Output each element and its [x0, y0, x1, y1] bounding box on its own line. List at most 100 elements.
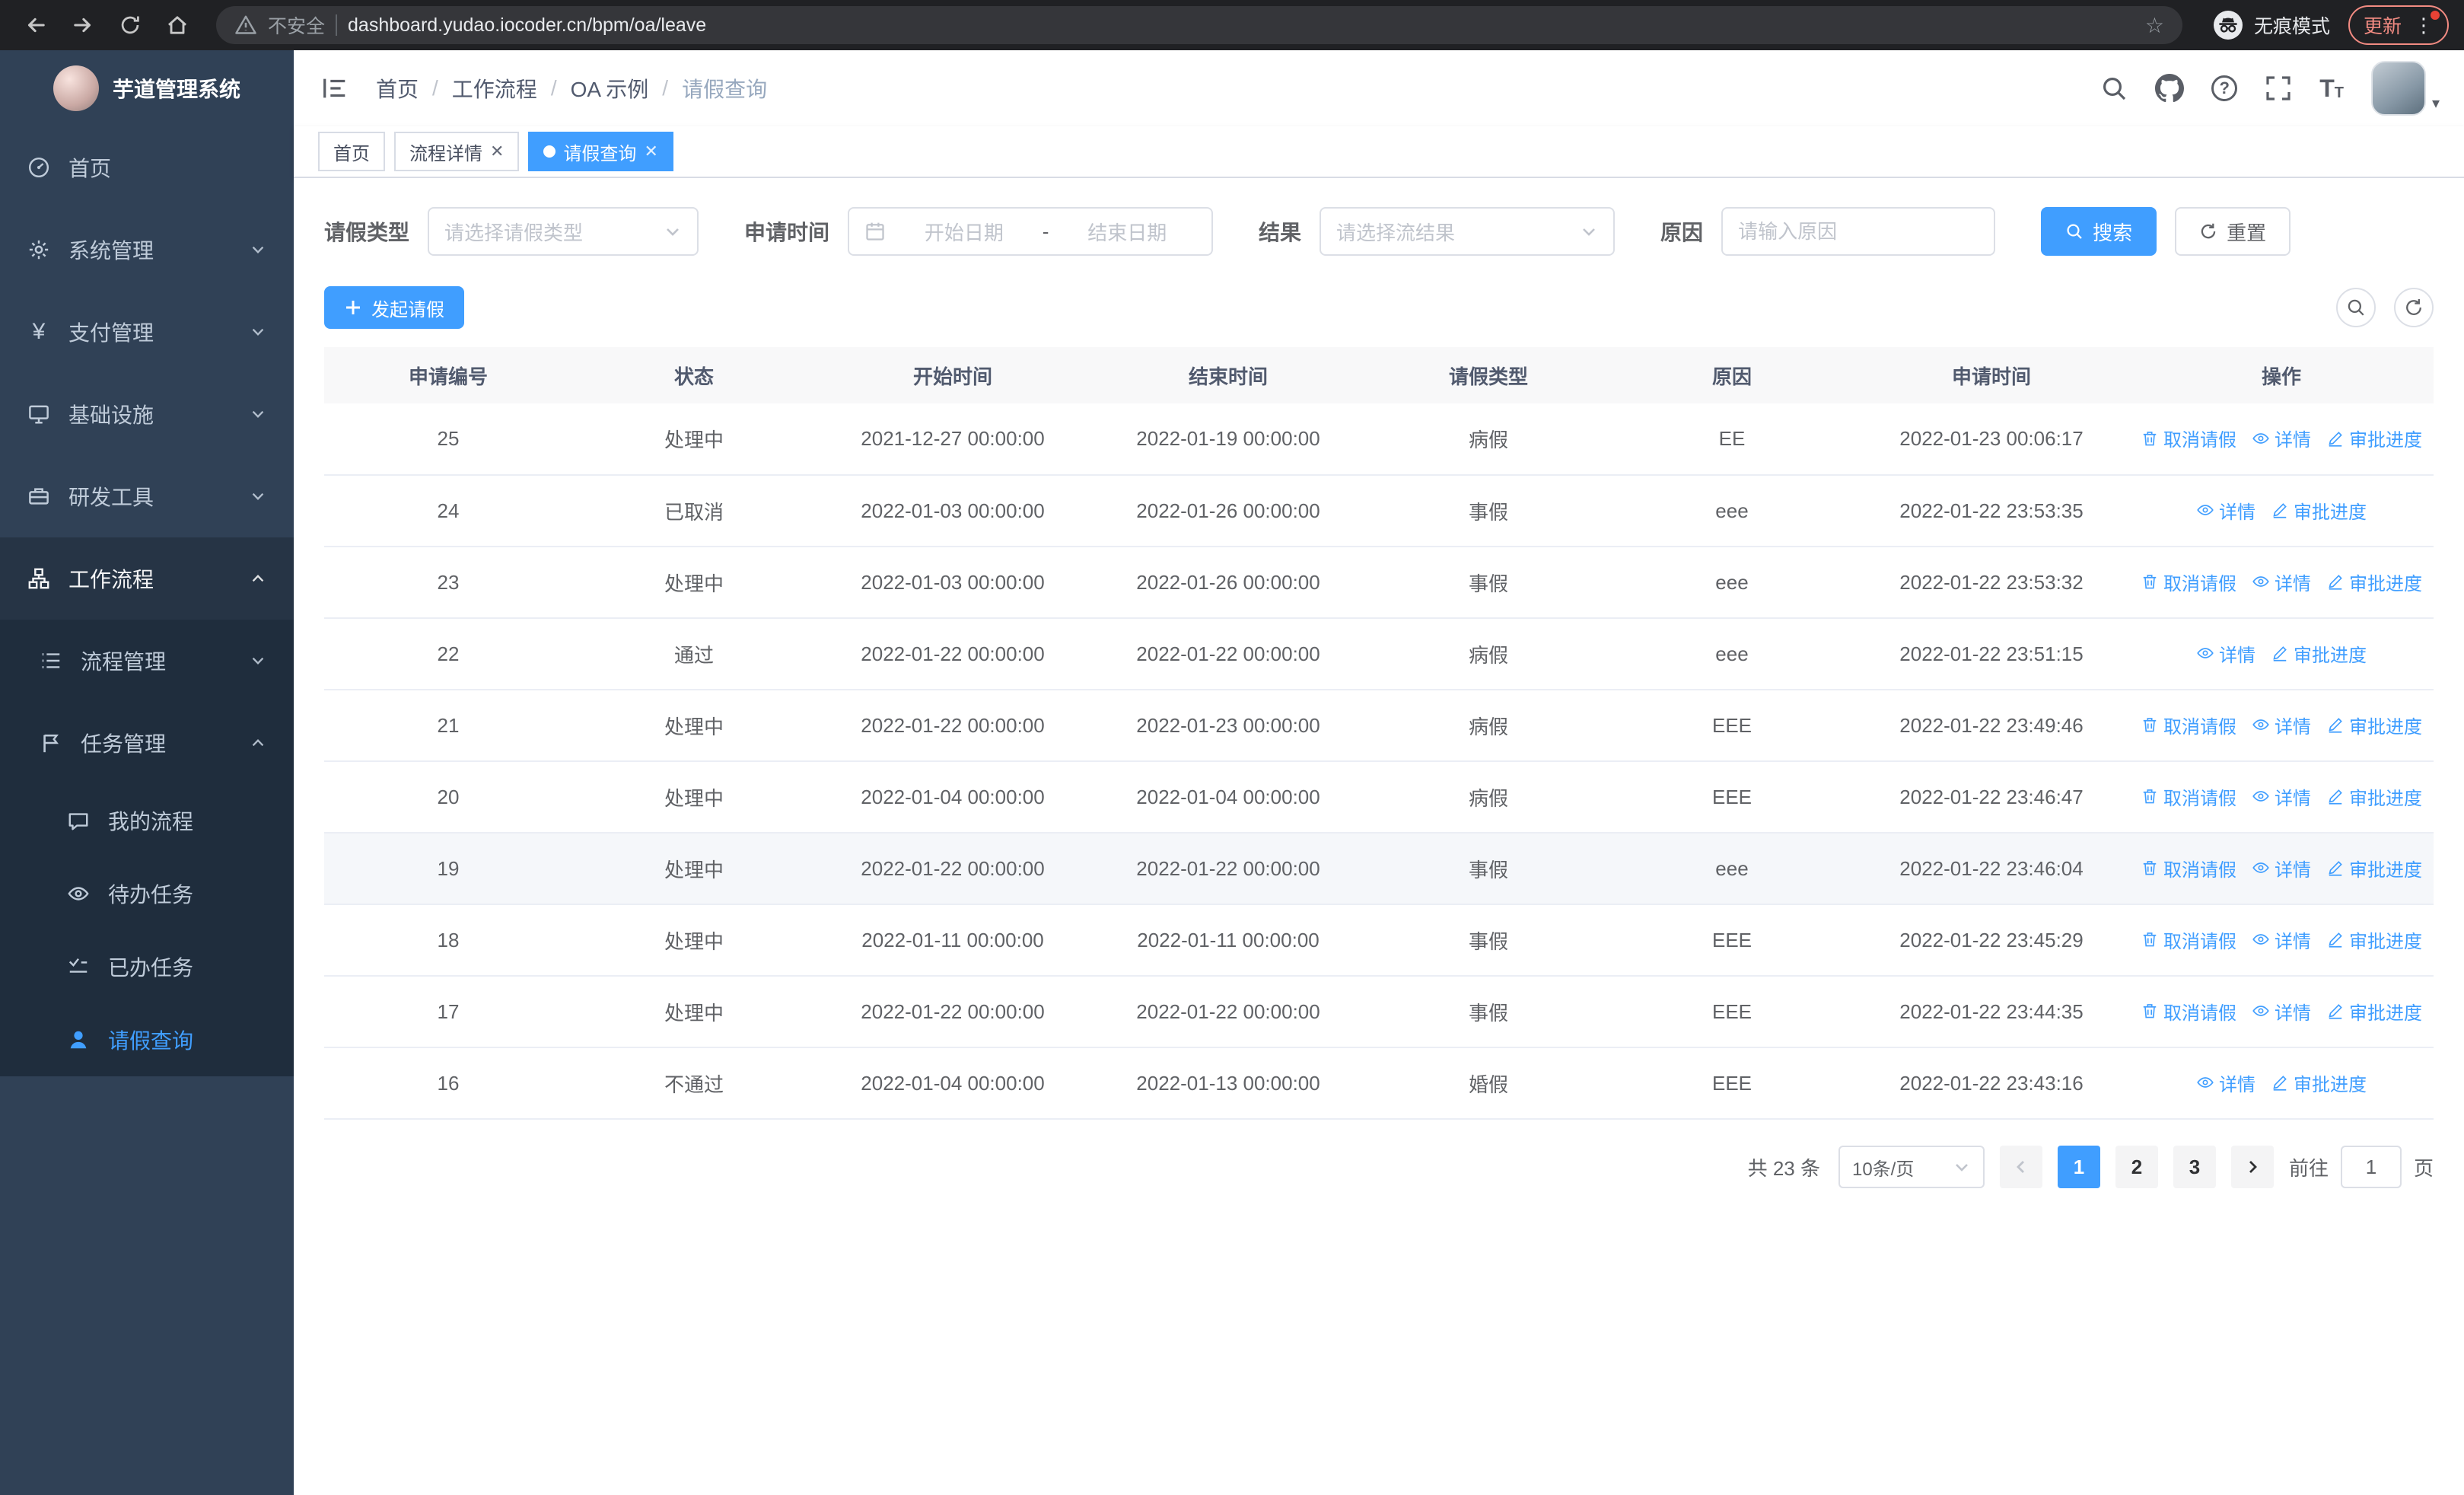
- github-icon[interactable]: [2155, 74, 2185, 103]
- breadcrumb-home[interactable]: 首页: [376, 73, 419, 104]
- table-toolbar: 发起请假: [324, 286, 2434, 329]
- sidebar-item-process-mgmt[interactable]: 流程管理: [0, 620, 294, 702]
- tab-home[interactable]: 首页: [318, 132, 385, 171]
- page-button-3[interactable]: 3: [2173, 1146, 2216, 1188]
- cancel-leave-link[interactable]: 取消请假: [2141, 855, 2236, 881]
- browser-menu-icon[interactable]: ⋮: [2414, 11, 2440, 35]
- search-button[interactable]: 搜索: [2041, 207, 2157, 256]
- security-warning-label[interactable]: 不安全: [268, 11, 325, 39]
- search-icon[interactable]: [2100, 75, 2128, 102]
- sidebar-item-home[interactable]: 首页: [0, 126, 294, 209]
- table-row: 24 已取消 2022-01-03 00:00:00 2022-01-26 00:00…: [324, 475, 2434, 547]
- cancel-leave-link[interactable]: 取消请假: [2141, 712, 2236, 738]
- detail-link[interactable]: 详情: [2196, 640, 2255, 667]
- sidebar-item-workflow[interactable]: 工作流程: [0, 537, 294, 620]
- breadcrumb-oa-example[interactable]: OA 示例: [571, 73, 649, 104]
- table-cell: EEE: [1610, 761, 1854, 834]
- cancel-leave-link[interactable]: 取消请假: [2141, 783, 2236, 810]
- cancel-leave-link[interactable]: 取消请假: [2141, 926, 2236, 953]
- actions-cell: 取消请假 详情 审批进度: [2129, 690, 2434, 762]
- tab-leave-query[interactable]: 请假查询 ✕: [528, 132, 673, 171]
- avatar[interactable]: [2370, 61, 2426, 116]
- sidebar-item-done-task[interactable]: 已办任务: [0, 930, 294, 1003]
- approval-progress-link[interactable]: 审批进度: [2326, 569, 2422, 595]
- app-logo[interactable]: 芋道管理系统: [0, 50, 294, 126]
- page-button-2[interactable]: 2: [2115, 1146, 2158, 1188]
- table-cell: 2022-01-04 00:00:00: [816, 761, 1090, 834]
- browser-back-icon[interactable]: [15, 5, 56, 46]
- detail-link[interactable]: 详情: [2252, 998, 2311, 1025]
- detail-link[interactable]: 详情: [2252, 926, 2311, 953]
- sidebar-item-system[interactable]: 系统管理: [0, 209, 294, 291]
- approval-progress-link[interactable]: 审批进度: [2326, 926, 2422, 953]
- navbar-tools: ? TT ▾: [2100, 61, 2440, 116]
- result-select[interactable]: 请选择流结果: [1320, 207, 1616, 256]
- cancel-leave-link[interactable]: 取消请假: [2141, 998, 2236, 1025]
- reset-button[interactable]: 重置: [2175, 207, 2291, 256]
- cancel-leave-link[interactable]: 取消请假: [2141, 569, 2236, 595]
- table-cell: 2022-01-26 00:00:00: [1090, 475, 1367, 547]
- detail-link[interactable]: 详情: [2252, 855, 2311, 881]
- bookmark-star-icon[interactable]: ☆: [2145, 13, 2164, 38]
- browser-reload-icon[interactable]: [110, 5, 151, 46]
- update-label[interactable]: 更新: [2364, 11, 2402, 39]
- approval-progress-link[interactable]: 审批进度: [2326, 425, 2422, 451]
- font-size-icon[interactable]: TT: [2319, 76, 2344, 100]
- browser-update-pill[interactable]: 更新 ⋮: [2348, 5, 2449, 45]
- prev-page-button[interactable]: [1999, 1146, 2042, 1188]
- detail-link[interactable]: 详情: [2196, 497, 2255, 524]
- tab-process-detail[interactable]: 流程详情 ✕: [394, 132, 520, 171]
- detail-link[interactable]: 详情: [2252, 712, 2311, 738]
- approval-progress-link[interactable]: 审批进度: [2326, 783, 2422, 810]
- page-button-1[interactable]: 1: [2057, 1146, 2100, 1188]
- start-date-placeholder[interactable]: 开始日期: [895, 218, 1033, 246]
- refresh-icon[interactable]: [2394, 288, 2434, 327]
- page-size-select[interactable]: 10条/页: [1838, 1146, 1985, 1188]
- reason-input[interactable]: [1723, 209, 1994, 254]
- approval-progress-link[interactable]: 审批进度: [2271, 497, 2367, 524]
- detail-link[interactable]: 详情: [2196, 1069, 2255, 1096]
- sidebar-item-infra[interactable]: 基础设施: [0, 373, 294, 455]
- end-date-placeholder[interactable]: 结束日期: [1058, 218, 1196, 246]
- create-leave-button[interactable]: 发起请假: [324, 286, 464, 329]
- cancel-leave-link[interactable]: 取消请假: [2141, 425, 2236, 451]
- approval-progress-link[interactable]: 审批进度: [2271, 640, 2367, 667]
- approval-progress-link[interactable]: 审批进度: [2326, 712, 2422, 738]
- toggle-search-icon[interactable]: [2336, 288, 2376, 327]
- url-text[interactable]: dashboard.yudao.iocoder.cn/bpm/oa/leave: [348, 14, 2135, 37]
- check-list-icon: [67, 955, 90, 978]
- leave-type-label: 请假类型: [324, 221, 410, 244]
- goto-page-input[interactable]: [2340, 1146, 2402, 1188]
- detail-link[interactable]: 详情: [2252, 425, 2311, 451]
- sidebar-item-devtools[interactable]: 研发工具: [0, 455, 294, 537]
- apply-time-range-picker[interactable]: 开始日期 - 结束日期: [848, 207, 1214, 256]
- close-icon[interactable]: ✕: [644, 143, 657, 160]
- approval-progress-link[interactable]: 审批进度: [2271, 1069, 2367, 1096]
- close-icon[interactable]: ✕: [490, 143, 504, 160]
- security-warning-icon[interactable]: [234, 14, 257, 37]
- sidebar-collapse-icon[interactable]: [318, 72, 352, 105]
- approval-progress-link[interactable]: 审批进度: [2326, 998, 2422, 1025]
- next-page-button[interactable]: [2230, 1146, 2274, 1188]
- sidebar-item-todo-task[interactable]: 待办任务: [0, 857, 294, 930]
- user-menu[interactable]: ▾: [2370, 61, 2440, 116]
- browser-forward-icon[interactable]: [62, 5, 103, 46]
- address-bar[interactable]: 不安全 dashboard.yudao.iocoder.cn/bpm/oa/le…: [216, 6, 2182, 44]
- sidebar-item-payment[interactable]: ¥ 支付管理: [0, 291, 294, 373]
- fullscreen-icon[interactable]: [2265, 75, 2292, 102]
- approval-progress-link[interactable]: 审批进度: [2326, 855, 2422, 881]
- help-icon[interactable]: ?: [2211, 75, 2238, 101]
- sidebar-item-task-mgmt[interactable]: 任务管理: [0, 702, 294, 784]
- detail-link[interactable]: 详情: [2252, 783, 2311, 810]
- detail-link[interactable]: 详情: [2252, 569, 2311, 595]
- sidebar-item-my-process[interactable]: 我的流程: [0, 784, 294, 857]
- sidebar-item-label: 我的流程: [108, 810, 194, 834]
- sidebar-item-leave-query[interactable]: 请假查询: [0, 1003, 294, 1076]
- incognito-icon: [2213, 10, 2243, 40]
- browser-home-icon[interactable]: [157, 5, 198, 46]
- table-cell: 21: [324, 690, 572, 762]
- table-cell: 病假: [1367, 761, 1610, 834]
- breadcrumb-workflow[interactable]: 工作流程: [452, 73, 537, 104]
- leave-type-select[interactable]: 请选择请假类型: [428, 207, 699, 256]
- table-cell: EE: [1610, 403, 1854, 476]
